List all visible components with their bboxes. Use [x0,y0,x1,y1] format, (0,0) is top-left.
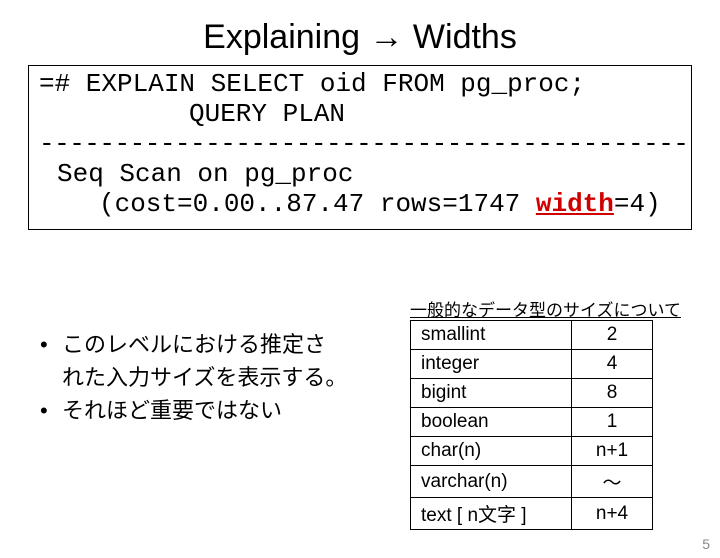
code-divider: ----------------------------------------… [39,130,681,160]
bullet-list: • このレベルにおける推定さ れた入力サイズを表示する。 • それほど重要ではな… [40,328,390,427]
datatype-size-table: smallint2 integer4 bigint8 boolean1 char… [410,320,653,530]
type-cell: boolean [411,408,572,437]
type-cell: text [ n文字 ] [411,498,572,530]
bullet-dot: • [40,328,62,394]
page-title: Explaining → Widths [0,18,720,57]
bullet-1-line-2: れた入力サイズを表示する。 [62,365,347,390]
table-row: smallint2 [411,321,653,350]
code-cost-line: (cost=0.00..87.47 rows=1747 width=4) [39,190,681,220]
size-cell: 2 [572,321,653,350]
cost-prefix: (cost=0.00..87.47 rows=1747 [99,189,536,219]
size-cell: 〜 [572,466,653,498]
bullet-1-line-1: このレベルにおける推定さ [62,332,326,357]
bullet-dot: • [40,394,62,427]
query-plan-box: =# EXPLAIN SELECT oid FROM pg_proc; QUER… [28,65,692,230]
code-line-1: =# EXPLAIN SELECT oid FROM pg_proc; [39,70,681,100]
table-row: varchar(n)〜 [411,466,653,498]
code-line-2: QUERY PLAN [39,100,681,130]
type-cell: smallint [411,321,572,350]
type-cell: varchar(n) [411,466,572,498]
table-row: text [ n文字 ]n+4 [411,498,653,530]
bullet-2: それほど重要ではない [62,394,282,427]
cost-suffix: =4) [614,189,661,219]
width-highlight: width [536,189,614,219]
table-row: bigint8 [411,379,653,408]
type-cell: char(n) [411,437,572,466]
table-row: char(n)n+1 [411,437,653,466]
size-cell: 8 [572,379,653,408]
size-cell: n+4 [572,498,653,530]
type-cell: bigint [411,379,572,408]
table-row: integer4 [411,350,653,379]
table-caption: 一般的なデータ型のサイズについて [410,296,681,321]
code-seq-scan: Seq Scan on pg_proc [39,160,681,190]
size-cell: n+1 [572,437,653,466]
page-number: 5 [702,536,710,552]
size-cell: 1 [572,408,653,437]
size-cell: 4 [572,350,653,379]
type-cell: integer [411,350,572,379]
table-row: boolean1 [411,408,653,437]
